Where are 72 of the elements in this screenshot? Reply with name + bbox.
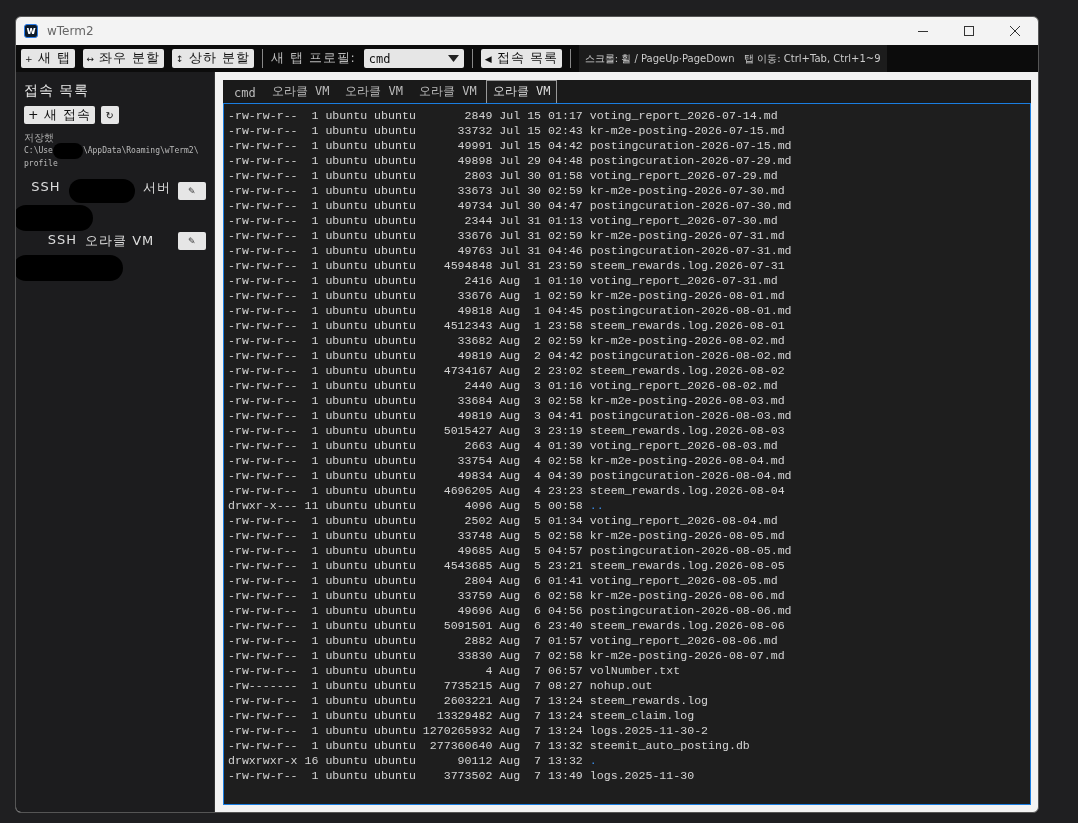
profile-dropdown[interactable]: cmd — [363, 49, 464, 68]
connection-name[interactable]: 오라클 VM — [85, 232, 155, 250]
profile-label: 새 탭 프로필: — [270, 50, 356, 67]
terminal-tab[interactable]: 오라클 VM — [264, 80, 337, 103]
terminal-line: -rw-rw-r-- 1 ubuntu ubuntu 33754 Aug 4 02:58 kr-m2e-posting-2026-08-04.md — [228, 453, 785, 468]
terminal-line: -rw-rw-r-- 1 ubuntu ubuntu 49685 Aug 5 04:57 postingcuration-2026-08-05.md — [228, 543, 792, 558]
terminal-line: -rw-rw-r-- 1 ubuntu ubuntu 4734167 Aug 2 23:02 steem_rewards.log.2026-08-02 — [228, 363, 785, 378]
terminal-line: -rw-rw-r-- 1 ubuntu ubuntu 33673 Jul 30 02:59 kr-m2e-posting-2026-07-30.md — [228, 183, 785, 198]
terminal-tab[interactable]: 오라클 VM — [485, 80, 558, 103]
terminal-line: -rw-rw-r-- 1 ubuntu ubuntu 33732 Jul 15 02:43 kr-m2e-posting-2026-07-15.md — [228, 123, 785, 138]
terminal-line: -rw-rw-r-- 1 ubuntu ubuntu 2882 Aug 7 01:57 voting_report_2026-08-06.md — [228, 633, 778, 648]
terminal-line: -rw-rw-r-- 1 ubuntu ubuntu 4696205 Aug 4 23:23 steem_rewards.log.2026-08-04 — [228, 483, 785, 498]
terminal-tab[interactable]: cmd — [227, 83, 263, 103]
terminal-line: -rw-rw-r-- 1 ubuntu ubuntu 1270265932 Aug 7 13:24 logs.2025-11-30-2 — [228, 723, 709, 738]
terminal-tab[interactable]: 오라클 VM — [412, 80, 484, 103]
terminal-line: -rw-rw-r-- 1 ubuntu ubuntu 2603221 Aug 7 13:24 steem_rewards.log — [228, 693, 709, 708]
terminal-line: -rw-rw-r-- 1 ubuntu ubuntu 2663 Aug 4 01:39 voting_report_2026-08-03.md — [228, 438, 778, 453]
terminal-line: -rw-rw-r-- 1 ubuntu ubuntu 2416 Aug 1 01:10 voting_report_2026-07-31.md — [228, 273, 778, 288]
refresh-button[interactable]: ↻ — [101, 106, 119, 124]
app-logo: w — [24, 24, 38, 38]
terminal-line: -rw-rw-r-- 1 ubuntu ubuntu 4512343 Aug 1 23:58 steem_rewards.log.2026-08-01 — [228, 318, 785, 333]
terminal-line: -rw-rw-r-- 1 ubuntu ubuntu 49991 Jul 15 04:42 postingcuration-2026-07-15.md — [228, 138, 792, 153]
terminal-line: -rw-rw-r-- 1 ubuntu ubuntu 277360640 Aug 7 13:32 steemit_auto_posting.db — [228, 738, 750, 753]
connections-button[interactable]: ◀ 접속 목록 — [480, 49, 562, 68]
terminal-line: -rw-rw-r-- 1 ubuntu ubuntu 49898 Jul 29 04:48 postingcuration-2026-07-29.md — [228, 153, 792, 168]
terminal-line: -rw-rw-r-- 1 ubuntu ubuntu 33676 Jul 31 02:59 kr-m2e-posting-2026-07-31.md — [228, 228, 785, 243]
terminal-tab[interactable]: 오라클 VM — [338, 80, 411, 103]
path-text: profile — [24, 159, 58, 169]
terminal-line: -rw-rw-r-- 1 ubuntu ubuntu 49834 Aug 4 04:39 postingcuration-2026-08-04.md — [228, 468, 792, 483]
terminal-line: -rw-rw-r-- 1 ubuntu ubuntu 49819 Aug 2 04:42 postingcuration-2026-08-02.md — [228, 348, 792, 363]
terminal-line: -rw-rw-r-- 1 ubuntu ubuntu 33676 Aug 1 02:59 kr-m2e-posting-2026-08-01.md — [228, 288, 785, 303]
terminal-line: -rw-rw-r-- 1 ubuntu ubuntu 33684 Aug 3 02:58 kr-m2e-posting-2026-08-03.md — [228, 393, 785, 408]
edit-button[interactable]: ✎ — [178, 182, 206, 200]
terminal-line: -rw-rw-r-- 1 ubuntu ubuntu 4543685 Aug 5 23:21 steem_rewards.log.2026-08-05 — [228, 558, 785, 573]
edit-button[interactable]: ✎ — [178, 232, 206, 250]
terminal-line: -rw-rw-r-- 1 ubuntu ubuntu 33759 Aug 6 02:58 kr-m2e-posting-2026-08-06.md — [228, 588, 785, 603]
terminal-line: -rw-rw-r-- 1 ubuntu ubuntu 2803 Jul 30 01:58 voting_report_2026-07-29.md — [228, 168, 778, 183]
terminal-line: -rw-rw-r-- 1 ubuntu ubuntu 4594848 Jul 31 23:59 steem_rewards.log.2026-07-31 — [228, 258, 785, 273]
terminal-line: -rw-rw-r-- 1 ubuntu ubuntu 49696 Aug 6 04:56 postingcuration-2026-08-06.md — [228, 603, 792, 618]
toolbar-button[interactable]: + 새 탭 — [21, 49, 75, 68]
saved-label: 저장했 — [24, 132, 55, 143]
terminal-line: -rw-rw-r-- 1 ubuntu ubuntu 2344 Jul 31 01:13 voting_report_2026-07-30.md — [228, 213, 778, 228]
new-connection-button[interactable]: + 새 접속 — [24, 106, 96, 124]
terminal-line: -rw-rw-r-- 1 ubuntu ubuntu 13329482 Aug 7 13:24 steem_claim.log — [228, 708, 695, 723]
terminal-line: -rw-rw-r-- 1 ubuntu ubuntu 49818 Aug 1 04:45 postingcuration-2026-08-01.md — [228, 303, 792, 318]
terminal-line: -rw-rw-r-- 1 ubuntu ubuntu 33830 Aug 7 02:58 kr-m2e-posting-2026-08-07.md — [228, 648, 785, 663]
toolbar-button[interactable]: ↔ 좌우 분할 — [82, 49, 165, 68]
terminal-line: -rw-rw-r-- 1 ubuntu ubuntu 2849 Jul 15 01:17 voting_report_2026-07-14.md — [228, 108, 778, 123]
terminal-line: -rw-rw-r-- 1 ubuntu ubuntu 5091501 Aug 6 23:40 steem_rewards.log.2026-08-06 — [228, 618, 785, 633]
path-text: \AppData\Roaming\wTerm2\ — [82, 146, 199, 156]
connection-protocol[interactable]: SSH — [47, 232, 77, 250]
terminal-line: -rw-rw-r-- 1 ubuntu ubuntu 49763 Jul 31 04:46 postingcuration-2026-07-31.md — [228, 243, 792, 258]
connection-name[interactable]: 서버 — [142, 179, 171, 203]
terminal-line: -rw-rw-r-- 1 ubuntu ubuntu 5015427 Aug 3 23:19 steem_rewards.log.2026-08-03 — [228, 423, 785, 438]
terminal-line: -rw-rw-r-- 1 ubuntu ubuntu 4 Aug 7 06:57 volNumber.txt — [228, 663, 681, 678]
path-text: C:\Use — [24, 146, 53, 156]
terminal-line: drwxrwxr-x 16 ubuntu ubuntu 90112 Aug 7 13:32 . — [228, 753, 597, 768]
terminal-line: -rw-rw-r-- 1 ubuntu ubuntu 2502 Aug 5 01:34 voting_report_2026-08-04.md — [228, 513, 778, 528]
terminal-line: -rw-rw-r-- 1 ubuntu ubuntu 33748 Aug 5 02:58 kr-m2e-posting-2026-08-05.md — [228, 528, 785, 543]
connection-protocol[interactable]: SSH — [31, 179, 61, 203]
terminal-line: -rw-rw-r-- 1 ubuntu ubuntu 33682 Aug 2 02:59 kr-m2e-posting-2026-08-02.md — [228, 333, 785, 348]
terminal-line: drwxr-x--- 11 ubuntu ubuntu 4096 Aug 5 00:58 .. — [228, 498, 604, 513]
shortcut-hint: 스크롤: 휠 / PageUp·PageDown 탭 이동: Ctrl+Tab, Ctrl+1~9 — [578, 45, 887, 72]
sidebar-title: 접속 목록 — [24, 82, 91, 100]
terminal-line: -rw-rw-r-- 1 ubuntu ubuntu 49734 Jul 30 04:47 postingcuration-2026-07-30.md — [228, 198, 792, 213]
terminal-line: -rw-rw-r-- 1 ubuntu ubuntu 49819 Aug 3 04:41 postingcuration-2026-08-03.md — [228, 408, 792, 423]
terminal-line: -rw------- 1 ubuntu ubuntu 7735215 Aug 7 08:27 nohup.out — [228, 678, 653, 693]
window-title: wTerm2 — [47, 24, 94, 38]
terminal-line: -rw-rw-r-- 1 ubuntu ubuntu 2804 Aug 6 01:41 voting_report_2026-08-05.md — [228, 573, 778, 588]
terminal-line: -rw-rw-r-- 1 ubuntu ubuntu 2440 Aug 3 01:16 voting_report_2026-08-02.md — [228, 378, 778, 393]
terminal-line: -rw-rw-r-- 1 ubuntu ubuntu 3773502 Aug 7 13:49 logs.2025-11-30 — [228, 768, 695, 783]
toolbar-button[interactable]: ↕ 상하 분할 — [172, 49, 254, 68]
